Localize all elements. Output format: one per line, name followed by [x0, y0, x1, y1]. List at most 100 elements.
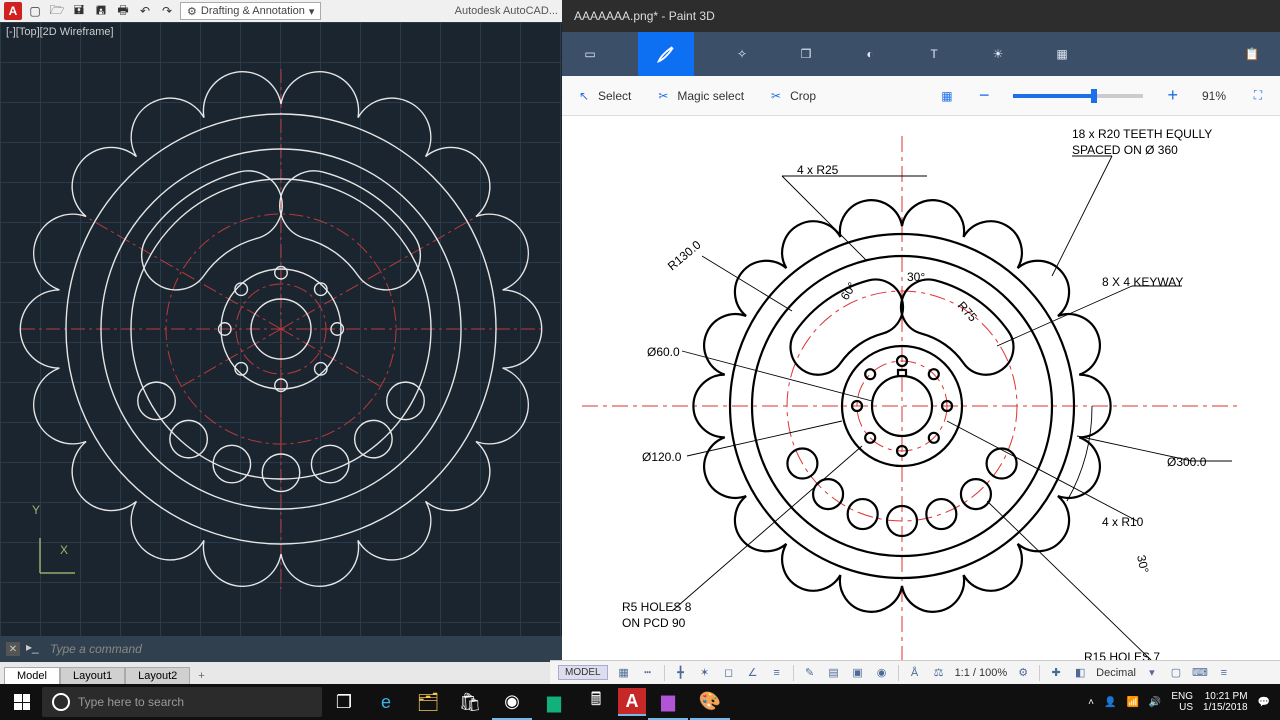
crop-icon: ✂ [768, 88, 784, 104]
paint3d-window: AAAAAAA.png* - Paint 3D ▭ ✧ ❒ ◐ T ☀ ▦ 📋 … [562, 0, 1280, 684]
taskbar-app2-icon[interactable]: ▆ [648, 684, 688, 720]
status-dyn-icon[interactable]: ✎ [802, 665, 818, 681]
qat-new-icon[interactable]: ▢ [26, 2, 44, 20]
zoom-slider[interactable] [1013, 94, 1143, 98]
qat-save-icon[interactable]: 🖬 [70, 2, 88, 20]
status-snap-icon[interactable]: ┅ [640, 665, 656, 681]
system-tray: ˄ 👤 📶 🔊 ENGUS 10:21 PM1/15/2018 💬 [1088, 691, 1276, 713]
tray-network-icon[interactable]: 📶 [1126, 697, 1138, 708]
status-osnap-icon[interactable]: ◻ [721, 665, 737, 681]
status-ortho-icon[interactable]: ╋ [673, 665, 689, 681]
status-gizmo-icon[interactable]: ◉ [874, 665, 890, 681]
status-qprop-icon[interactable]: ▤ [826, 665, 842, 681]
status-otrack-icon[interactable]: ∠ [745, 665, 761, 681]
ucs-x-label: X [60, 543, 68, 557]
tray-language[interactable]: ENGUS [1171, 691, 1193, 713]
dim-ang30t: 30° [907, 270, 925, 284]
dim-r10: 4 x R10 [1102, 515, 1144, 529]
status-box-icon[interactable]: ▢ [1168, 665, 1184, 681]
view-label[interactable]: [-][Top][2D Wireframe] [6, 26, 114, 38]
paint3d-canvas[interactable]: 18 x R20 TEETH EQULLY SPACED ON Ø 360 4 … [562, 116, 1280, 684]
windows-logo-icon [14, 694, 30, 710]
tool-crop[interactable]: ✂ Crop [768, 88, 816, 104]
tool-crop-label: Crop [790, 89, 816, 103]
status-lwt-icon[interactable]: ≡ [769, 665, 785, 681]
tool-select[interactable]: ↖ Select [576, 88, 631, 104]
status-hw-icon[interactable]: ⌨ [1192, 665, 1208, 681]
tab-layout2[interactable]: Layout2 [125, 667, 190, 684]
status-polar-icon[interactable]: ✶ [697, 665, 713, 681]
qat-saveas-icon[interactable]: 🖪 [92, 2, 110, 20]
start-button[interactable] [4, 684, 40, 720]
taskbar-calc-icon[interactable]: 🖩 [576, 684, 616, 720]
autocad-canvas[interactable]: [-][Top][2D Wireframe] [0, 22, 562, 636]
autocad-window: A ▢ 🗁 🖬 🖪 🖶 ↶ ↷ ⚙ Drafting & Annotation … [0, 0, 562, 684]
tool-magic-label: Magic select [677, 89, 744, 103]
status-annoscale-icon[interactable]: ⚖ [931, 665, 947, 681]
paint3d-toolrow: ↖ Select ✂ Magic select ✂ Crop ▦ − + 91%… [562, 76, 1280, 116]
tab-model[interactable]: Model [4, 667, 60, 684]
status-view-icon[interactable]: ▾ [1144, 665, 1160, 681]
dim-d300: Ø300.0 [1167, 455, 1207, 469]
status-units[interactable]: Decimal [1096, 667, 1136, 679]
taskbar-autocad-icon[interactable]: A [618, 688, 646, 716]
qat-open-icon[interactable]: 🗁 [48, 2, 66, 20]
grid-toggle-icon[interactable]: ▦ [939, 88, 955, 104]
taskbar-edge-icon[interactable]: e [366, 684, 406, 720]
qat-plot-icon[interactable]: 🖶 [114, 2, 132, 20]
zoom-in[interactable]: + [1167, 85, 1178, 106]
layout-tabs: Model Layout1 Layout2 + [0, 662, 562, 684]
workspace-dropdown[interactable]: ⚙ Drafting & Annotation ▾ [180, 2, 321, 20]
dim-ang30s: 30° [1134, 554, 1152, 575]
ribbon-paste-icon[interactable]: 📋 [1236, 38, 1268, 70]
tray-notifications-icon[interactable]: 💬 [1258, 697, 1270, 708]
autocad-logo-icon: A [4, 2, 22, 20]
dim-r25: 4 x R25 [797, 163, 839, 177]
ribbon-3dshapes-icon[interactable]: ❒ [790, 38, 822, 70]
cmdline-close-icon[interactable]: ✕ [6, 642, 20, 656]
ribbon-effects-icon[interactable]: ☀ [982, 38, 1014, 70]
tab-add[interactable]: + [190, 668, 212, 684]
status-iso-icon[interactable]: ◧ [1072, 665, 1088, 681]
dim-teeth-1: 18 x R20 TEETH EQULLY [1072, 127, 1212, 141]
qat-undo-icon[interactable]: ↶ [136, 2, 154, 20]
status-gear-icon[interactable]: ⚙ [1015, 665, 1031, 681]
command-line[interactable]: ✕ ▸_ Type a command [0, 636, 562, 662]
technical-drawing: 18 x R20 TEETH EQULLY SPACED ON Ø 360 4 … [562, 116, 1280, 676]
ucs-icon: Y X [30, 533, 80, 586]
status-scale[interactable]: 1:1 / 100% [955, 667, 1008, 679]
fullscreen-icon[interactable]: ⛶ [1250, 88, 1266, 104]
taskbar-app1-icon[interactable]: ▆ [534, 684, 574, 720]
status-custom-icon[interactable]: ≡ [1216, 665, 1232, 681]
dim-teeth-2: SPACED ON Ø 360 [1072, 143, 1178, 157]
taskbar-chrome-icon[interactable]: ◉ [492, 684, 532, 720]
status-sel-icon[interactable]: ▣ [850, 665, 866, 681]
paint3d-titlebar: AAAAAAA.png* - Paint 3D [562, 0, 1280, 32]
tray-up-icon[interactable]: ˄ [1088, 697, 1094, 708]
ribbon-menu-icon[interactable]: ▭ [574, 38, 606, 70]
status-anno-icon[interactable]: Å [907, 665, 923, 681]
ribbon-brushes-icon[interactable] [638, 32, 694, 76]
dim-ang60: 60° [838, 280, 860, 303]
status-model-button[interactable]: MODEL [558, 665, 608, 680]
ribbon-stickers-icon[interactable]: ◐ [854, 38, 886, 70]
ribbon-2dshapes-icon[interactable]: ✧ [726, 38, 758, 70]
status-plus-icon[interactable]: ✚ [1048, 665, 1064, 681]
task-view-icon[interactable]: ❐ [324, 684, 364, 720]
zoom-value: 91% [1202, 89, 1226, 103]
qat-redo-icon[interactable]: ↷ [158, 2, 176, 20]
taskbar-paint3d-icon[interactable]: 🎨 [690, 684, 730, 720]
ribbon-text-icon[interactable]: T [918, 38, 950, 70]
taskbar-explorer-icon[interactable]: 🗂 [408, 684, 448, 720]
tray-clock[interactable]: 10:21 PM1/15/2018 [1203, 691, 1248, 713]
tray-volume-icon[interactable]: 🔊 [1149, 697, 1161, 708]
taskbar-store-icon[interactable]: 🛍 [450, 684, 490, 720]
tray-people-icon[interactable]: 👤 [1104, 697, 1116, 708]
ribbon-canvas-icon[interactable]: ▦ [1046, 38, 1078, 70]
zoom-out[interactable]: − [979, 85, 990, 106]
taskbar-search[interactable]: Type here to search [42, 687, 322, 717]
windows-taskbar: Type here to search ❐ e 🗂 🛍 ◉ ▆ 🖩 A ▆ 🎨 … [0, 684, 1280, 720]
tab-layout1[interactable]: Layout1 [60, 667, 125, 684]
status-grid-icon[interactable]: ▦ [616, 665, 632, 681]
tool-magic-select[interactable]: ✂ Magic select [655, 88, 744, 104]
